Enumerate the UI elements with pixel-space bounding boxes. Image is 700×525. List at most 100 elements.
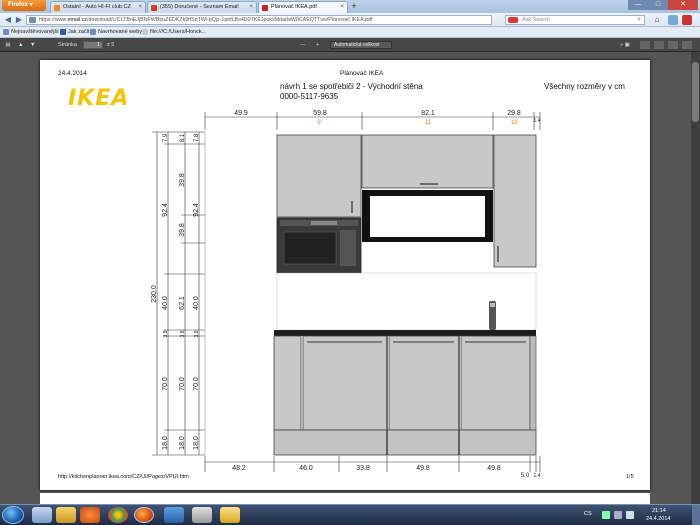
footer-url: http://kitchenplanner.ikea.com/CZ/UI/Pag… xyxy=(58,474,189,480)
dim-c2-6: 18.0 xyxy=(162,436,169,450)
scrollbar-thumb[interactable] xyxy=(692,62,699,122)
print-icon[interactable] xyxy=(668,41,678,49)
home-icon[interactable]: ⌂ xyxy=(650,15,664,25)
bookmark-label: file:///C:/Users/Honck... xyxy=(150,29,207,35)
bookmark-getting-started[interactable]: Jak začít xyxy=(60,27,90,37)
previous-page-button[interactable]: ▲ xyxy=(18,38,23,52)
scrollbar[interactable] xyxy=(691,52,700,504)
dim-bottom-7: 1.4 xyxy=(534,473,541,479)
start-button[interactable] xyxy=(2,506,24,524)
url-bar[interactable]: https://www.email.cz/download/c/CLTBnEJj… xyxy=(26,15,492,25)
dim-c3-1: 8.1 xyxy=(180,133,186,142)
back-button[interactable]: ◀ xyxy=(3,15,13,25)
bookmark-local-file[interactable]: file:///C:/Users/Honck... xyxy=(142,27,206,37)
network-icon[interactable] xyxy=(602,511,610,519)
pdf-toolbar: ▤ ▲ ▼ Stránka 1 z 5 — + Automatická veli… xyxy=(0,38,700,52)
dim-top-2: 59.8 xyxy=(313,110,327,117)
presentation-icon[interactable] xyxy=(640,41,650,49)
tab-close-icon[interactable]: × xyxy=(249,2,253,13)
app-icon[interactable] xyxy=(220,507,240,523)
zoom-select[interactable]: Automatická velikost xyxy=(330,41,392,49)
base-cabinet-3 xyxy=(460,335,531,431)
tab-seznam-email[interactable]: (355) Doručené - Seznam Email × xyxy=(147,1,257,13)
maximize-button[interactable]: □ xyxy=(648,0,668,10)
dim-c4-2: 92.4 xyxy=(193,203,200,217)
tab-close-icon[interactable]: × xyxy=(340,2,344,13)
search-engine-icon xyxy=(508,17,518,23)
bookmark-label: Navrhované weby xyxy=(98,29,143,35)
search-input[interactable]: Ask Search ⌕ xyxy=(505,15,645,25)
chrome-icon[interactable] xyxy=(108,507,128,523)
explorer-icon[interactable] xyxy=(32,507,52,523)
close-window-button[interactable]: ✕ xyxy=(668,0,698,10)
tab-close-icon[interactable]: × xyxy=(138,2,142,13)
tab-label: Ostatní - Auto HI-FI club CZ xyxy=(63,4,131,10)
dim-c2-2: 92.4 xyxy=(162,203,169,217)
clock-date[interactable]: 24.4.2014 xyxy=(646,516,670,522)
firefox-menu-button[interactable]: Firefox ▾ xyxy=(2,0,46,11)
system-tray: CS 21:14 24.4.2014 xyxy=(580,505,700,525)
dim-bottom-3: 33.8 xyxy=(356,465,370,472)
dim-bottom-1: 48.2 xyxy=(232,465,246,472)
media-player-icon[interactable] xyxy=(80,507,100,523)
countertop xyxy=(274,330,536,336)
open-file-icon[interactable] xyxy=(654,41,664,49)
volume-icon[interactable] xyxy=(614,511,622,519)
zoom-in-button[interactable]: + xyxy=(316,38,319,52)
dim-bottom-4: 49.8 xyxy=(416,465,430,472)
backsplash-wall xyxy=(276,272,537,331)
tab-ikea-pdf[interactable]: Plánovač IKEA.pdf × xyxy=(258,1,348,13)
pdf-viewer[interactable]: 24.4.2014 Plánovač IKEA IKEA návrh 1 se … xyxy=(0,52,700,504)
dim-c4-4: 3.8 xyxy=(194,330,200,337)
show-desktop-button[interactable] xyxy=(692,505,700,525)
next-page-button[interactable]: ▼ xyxy=(30,38,35,52)
bookmark-most-visited[interactable]: Nejnavštěvovanější xyxy=(3,27,59,37)
base-cabinet-end-panel xyxy=(273,335,302,431)
dim-c4-1: 7.8 xyxy=(194,133,200,142)
bookmark-icon xyxy=(60,29,66,35)
marker-9: 9 xyxy=(317,120,321,126)
dim-total-height: 230.0 xyxy=(151,285,158,303)
folder-icon[interactable] xyxy=(56,507,76,523)
sidebar-toggle-icon[interactable]: ▤ xyxy=(3,38,13,52)
addon-icon[interactable] xyxy=(682,15,692,25)
lock-icon xyxy=(29,17,36,23)
bookmark-suggested-sites[interactable]: Navrhované weby xyxy=(90,27,142,37)
bookmark-icon xyxy=(90,29,96,35)
dim-top-5: 1.4 xyxy=(534,118,541,124)
tools-button[interactable]: » ▣ xyxy=(620,38,630,52)
tab-favicon-icon xyxy=(151,5,157,11)
marker-11: 11 xyxy=(425,120,432,126)
firefox-icon[interactable] xyxy=(134,507,154,523)
dim-top-4: 29.8 xyxy=(507,110,521,117)
dim-top-1: 49.9 xyxy=(234,110,248,117)
dim-c4-6: 18.0 xyxy=(193,436,200,450)
addon-icon[interactable] xyxy=(668,15,678,25)
bookmark-icon xyxy=(142,29,148,35)
tab-label: Plánovač IKEA.pdf xyxy=(271,4,317,10)
dim-c2-1: 7.9 xyxy=(163,133,169,142)
bookmark-label: Nejnavštěvovanější xyxy=(11,29,59,35)
app-icon[interactable] xyxy=(192,507,212,523)
app-icon[interactable] xyxy=(164,507,184,523)
dim-bottom-2: 46.0 xyxy=(299,465,313,472)
minimize-button[interactable]: — xyxy=(628,0,648,10)
new-tab-button[interactable]: + xyxy=(349,2,359,12)
url-prefix: https://www. xyxy=(39,17,68,23)
dim-c3-7: 18.0 xyxy=(179,436,186,450)
tab-favicon-icon xyxy=(54,5,60,11)
search-icon[interactable]: ⌕ xyxy=(637,16,641,24)
url-domain: email.cz xyxy=(67,17,87,23)
download-icon[interactable] xyxy=(682,41,692,49)
clock-time[interactable]: 21:14 xyxy=(652,508,666,514)
tab-auto-hifi[interactable]: Ostatní - Auto HI-FI club CZ × xyxy=(50,1,146,13)
zoom-out-button[interactable]: — xyxy=(300,38,306,52)
forward-button[interactable]: ▶ xyxy=(14,15,24,25)
base-cabinet-1 xyxy=(302,335,388,431)
tray-icon[interactable] xyxy=(626,511,634,519)
page-number-input[interactable]: 1 xyxy=(83,41,103,49)
language-indicator[interactable]: CS xyxy=(584,511,592,517)
upper-cabinet-right xyxy=(493,134,537,268)
bookmarks-bar: Nejnavštěvovanější Jak začít Navrhované … xyxy=(0,27,700,38)
bookmark-icon xyxy=(3,29,9,35)
